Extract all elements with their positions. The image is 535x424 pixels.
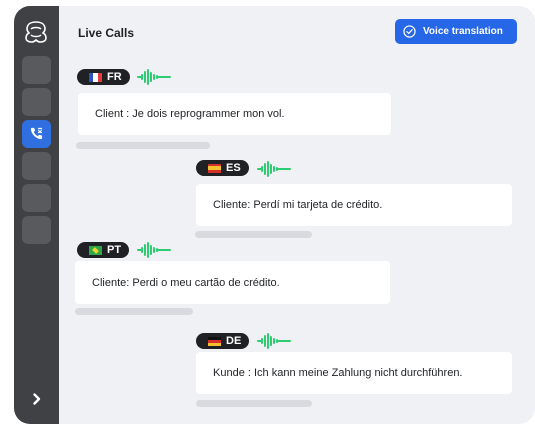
message-bubble: Kunde : Ich kann meine Zahlung nicht dur… [196,352,512,394]
message-bubble: Cliente: Perdí mi tarjeta de crédito. [196,184,512,226]
soundwave-icon [257,333,291,349]
message-text: Kunde : Ich kann meine Zahlung nicht dur… [213,367,463,379]
sidebar-item-4[interactable] [22,152,51,180]
sidebar-item-1[interactable] [22,56,51,84]
placeholder-bar [195,231,312,238]
soundwave-icon [257,161,291,177]
language-tag-pt: PT [77,242,130,258]
language-code: PT [107,244,122,256]
placeholder-bar [196,400,312,407]
message-bubble: Cliente: Perdi o meu cartão de crédito. [75,261,390,304]
flag-de-icon [208,336,221,346]
soundwave-icon [137,69,171,85]
language-code: FR [107,71,122,83]
sidebar-item-5[interactable] [22,184,51,212]
placeholder-bar [76,142,210,149]
sidebar-item-2[interactable] [22,88,51,116]
language-tag-fr: FR [77,69,130,85]
language-code: ES [226,162,241,174]
voice-translation-label: Voice translation [423,26,503,37]
voice-translation-button[interactable]: Voice translation [395,19,517,44]
phone-translate-icon [30,127,43,140]
placeholder-bar [75,308,193,315]
message-text: Client : Je dois reprogrammer mon vol. [95,108,285,120]
language-code: DE [226,335,242,347]
page-title: Live Calls [78,26,135,40]
language-tag-de: DE [196,333,250,349]
flag-fr-icon [89,72,102,82]
app-window: Live Calls Voice translation FR Client :… [14,6,535,424]
message-text: Cliente: Perdi o meu cartão de crédito. [92,276,280,289]
sidebar [14,6,59,424]
check-circle-icon [403,25,416,38]
message-text: Cliente: Perdí mi tarjeta de crédito. [213,199,383,211]
chevron-right-icon[interactable] [28,390,46,408]
language-tag-es: ES [196,160,249,176]
logo-icon [25,21,47,43]
sidebar-item-live-calls[interactable] [22,120,51,148]
soundwave-icon [137,242,171,258]
sidebar-item-6[interactable] [22,216,51,244]
flag-es-icon [208,163,221,173]
message-bubble: Client : Je dois reprogrammer mon vol. [78,93,391,135]
main-panel: Live Calls Voice translation FR Client :… [59,6,535,424]
flag-br-icon [89,245,102,255]
